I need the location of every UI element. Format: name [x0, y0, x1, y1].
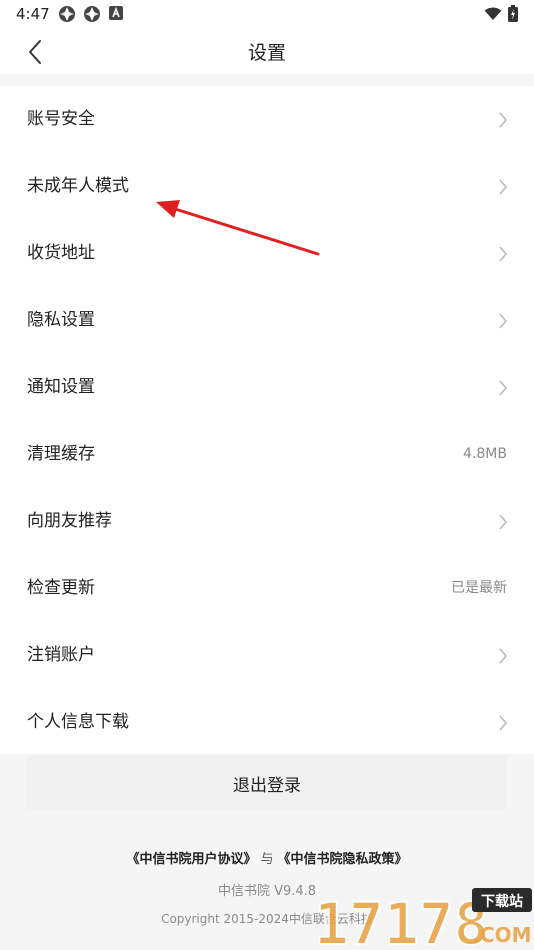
settings-item-label: 清理缓存 — [27, 444, 95, 464]
settings-item-label: 通知设置 — [27, 377, 95, 397]
settings-item-label: 注销账户 — [27, 645, 95, 665]
chevron-right-icon — [499, 313, 508, 329]
update-status-value: 已是最新 — [451, 580, 507, 596]
footer-area: 退出登录 《中信书院用户协议》与《中信书院隐私政策》 中信书院 V9.4.8 C… — [0, 754, 534, 950]
settings-item-clear-cache[interactable]: 清理缓存 4.8MB — [0, 421, 534, 488]
settings-item-recommend[interactable]: 向朋友推荐 — [0, 488, 534, 555]
notification-app-icon — [84, 6, 100, 22]
settings-item-label: 隐私设置 — [27, 310, 95, 330]
chevron-right-icon — [499, 179, 508, 195]
settings-item-label: 向朋友推荐 — [27, 511, 112, 531]
settings-item-label: 账号安全 — [27, 109, 95, 129]
wifi-icon — [484, 7, 502, 20]
copyright-text: Copyright 2015-2024中信联合云科技 — [161, 912, 373, 926]
status-bar: 4:47 — [0, 0, 534, 30]
settings-item-label: 个人信息下载 — [27, 712, 129, 732]
chevron-right-icon — [499, 648, 508, 664]
chevron-right-icon — [499, 380, 508, 396]
settings-item-check-update[interactable]: 检查更新 已是最新 — [0, 555, 534, 622]
app-version: 中信书院 V9.4.8 — [217, 884, 317, 899]
chevron-right-icon — [499, 246, 508, 262]
status-time: 4:47 — [16, 5, 50, 23]
settings-item-notifications[interactable]: 通知设置 — [0, 354, 534, 421]
notification-app-icon — [59, 6, 75, 22]
notification-a-icon — [109, 6, 123, 20]
status-system-icons — [484, 5, 518, 22]
settings-item-privacy[interactable]: 隐私设置 — [0, 287, 534, 354]
user-agreement-link[interactable]: 《中信书院用户协议》 — [126, 852, 256, 867]
agreement-separator: 与 — [260, 852, 274, 867]
settings-item-minor-mode[interactable]: 未成年人模式 — [0, 153, 534, 220]
settings-item-delete-account[interactable]: 注销账户 — [0, 622, 534, 689]
settings-item-label: 检查更新 — [27, 578, 95, 598]
status-notification-icons — [58, 5, 124, 23]
cache-size-value: 4.8MB — [463, 446, 507, 462]
chevron-right-icon — [499, 715, 508, 731]
settings-item-label: 未成年人模式 — [27, 176, 129, 196]
settings-item-label: 收货地址 — [27, 243, 95, 263]
section-divider — [0, 74, 534, 86]
agreements-line: 《中信书院用户协议》与《中信书院隐私政策》 — [0, 848, 534, 867]
logout-button[interactable]: 退出登录 — [27, 756, 507, 810]
page-title: 设置 — [247, 42, 286, 64]
settings-list: 账号安全 未成年人模式 收货地址 隐私设置 通知设置 清理缓存 4.8MB 向朋… — [0, 86, 534, 754]
settings-item-download-info[interactable]: 个人信息下载 — [0, 689, 534, 756]
settings-item-account-security[interactable]: 账号安全 — [0, 86, 534, 153]
settings-item-shipping-address[interactable]: 收货地址 — [0, 220, 534, 287]
chevron-right-icon — [499, 514, 508, 530]
header-bar: 设置 — [0, 30, 534, 74]
battery-icon — [508, 5, 518, 22]
chevron-right-icon — [499, 112, 508, 128]
privacy-policy-link[interactable]: 《中信书院隐私政策》 — [278, 852, 408, 867]
